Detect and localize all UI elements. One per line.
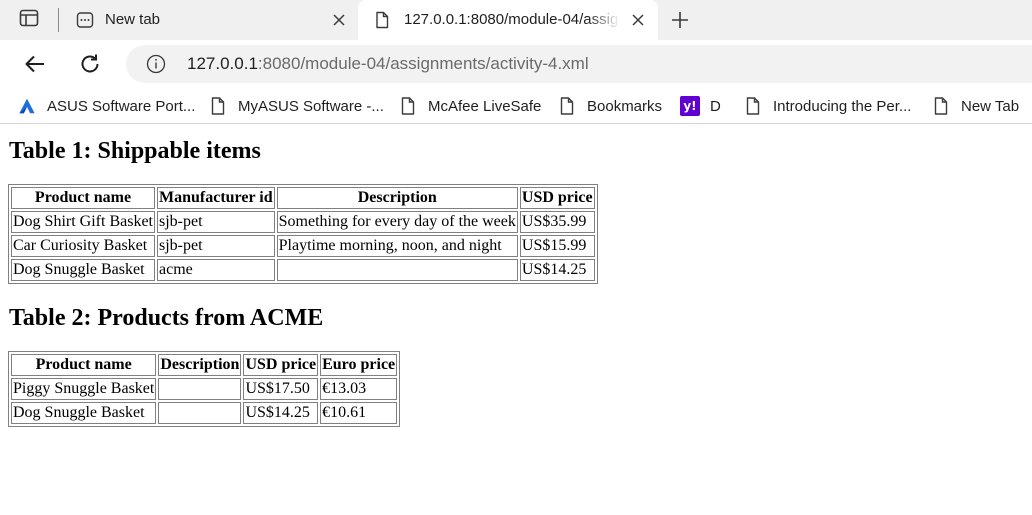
table-cell: Something for every day of the week [276,211,518,233]
table1-heading: Table 1: Shippable items [9,138,261,164]
table-cell: Dog Snuggle Basket [11,259,155,281]
table-cell: Dog Snuggle Basket [11,402,157,424]
table-row: Dog Shirt Gift Basket sjb-pet Something … [11,211,595,233]
bookmark-label: McAfee LiveSafe [428,97,542,115]
table-cell: €13.03 [320,378,398,400]
bookmark-introducing[interactable]: Introducing the Per... [744,96,911,116]
column-header: Manufacturer id [157,187,275,209]
bookmark-label: ASUS Software Port... [47,97,196,115]
reload-icon [81,54,99,73]
table-row: Piggy Snuggle Basket US$17.50 €13.03 [11,378,398,400]
reload-button[interactable] [78,52,102,76]
column-header: Product name [11,354,157,376]
bookmark-label: Bookmarks [587,97,663,115]
table-cell: US$14.25 [243,402,319,424]
table-row: Dog Snuggle Basket US$14.25 €10.61 [11,402,398,424]
tab-active[interactable]: 127.0.0.1:8080/module-04/assignments/act… [358,0,658,40]
column-header: Euro price [320,354,398,376]
url-text[interactable]: 127.0.0.1:8080/module-04/assignments/act… [187,54,589,74]
table-cell [276,259,518,281]
document-icon [373,11,391,29]
close-icon [333,14,345,26]
bookmark-label: MyASUS Software -... [238,97,384,115]
tab-title: New tab [105,11,161,28]
table-cell: €10.61 [320,402,398,424]
bookmark-new-tab[interactable]: New Tab [932,96,1019,116]
table-cell: acme [157,259,275,281]
bookmark-label: New Tab [961,97,1020,115]
yahoo-icon: y! [680,96,700,116]
acme-products-table: Product name Description USD price Euro … [8,351,401,427]
table-cell: Playtime morning, noon, and night [276,235,518,257]
document-icon [744,97,762,115]
info-icon [146,54,166,74]
table-row: Car Curiosity Basket sjb-pet Playtime mo… [11,235,595,257]
asus-icon [18,97,36,115]
new-tab-page-icon [76,11,94,29]
bookmark-myasus-software[interactable]: MyASUS Software -... [209,96,384,116]
sidebar-icon [19,9,39,32]
column-header: USD price [519,187,595,209]
column-header: USD price [243,354,319,376]
document-icon [209,97,227,115]
table-cell: sjb-pet [157,235,275,257]
table2-heading: Table 2: Products from ACME [9,305,324,331]
bookmark-label: Introducing the Per... [773,97,912,115]
column-header: Product name [11,187,155,209]
shippable-items-table: Product name Manufacturer id Description… [8,184,598,284]
tab-actions-button[interactable] [14,8,44,32]
table-cell: US$17.50 [243,378,319,400]
close-icon [632,14,644,26]
document-icon [399,97,417,115]
table-header-row: Product name Description USD price Euro … [11,354,398,376]
plus-icon [672,12,688,28]
bookmark-yahoo[interactable]: y! D [680,96,721,116]
table-cell: US$15.99 [519,235,595,257]
bookmark-asus-software-portal[interactable]: ASUS Software Port... [18,96,195,116]
table-header-row: Product name Manufacturer id Description… [11,187,595,209]
document-icon [932,97,950,115]
back-arrow-icon [25,55,44,73]
tab-strip-divider [58,8,59,32]
page-content: Table 1: Shippable items Product name Ma… [0,124,1032,515]
bookmark-label: D [710,97,721,115]
bookmarks-bar: ASUS Software Port... MyASUS Software -.… [0,88,1032,124]
url-path: :8080/module-04/assignments/activity-4.x… [257,54,589,73]
table-cell: Dog Shirt Gift Basket [11,211,155,233]
url-host: 127.0.0.1 [187,54,258,73]
new-tab-button[interactable] [668,8,692,32]
address-bar[interactable]: 127.0.0.1:8080/module-04/assignments/act… [126,45,1032,83]
table-cell: sjb-pet [157,211,275,233]
table-cell: US$14.25 [519,259,595,281]
document-icon [558,97,576,115]
bookmark-bookmarks[interactable]: Bookmarks [558,96,662,116]
bookmark-mcafee-livesafe[interactable]: McAfee LiveSafe [399,96,541,116]
tab-new-tab[interactable]: New tab [66,0,356,40]
table-cell [158,378,242,400]
navigation-toolbar: 127.0.0.1:8080/module-04/assignments/act… [0,40,1032,88]
column-header: Description [158,354,242,376]
site-info-button[interactable] [146,54,166,74]
tab-title: 127.0.0.1:8080/module-04/assignments/act… [404,11,620,28]
table-cell: Car Curiosity Basket [11,235,155,257]
table-row: Dog Snuggle Basket acme US$14.25 [11,259,595,281]
tab-strip: New tab 127.0.0.1:8080/module-04/assignm… [0,0,1032,40]
table-cell: US$35.99 [519,211,595,233]
column-header: Description [276,187,518,209]
close-tab-button[interactable] [330,11,348,29]
table-cell [158,402,242,424]
close-tab-button[interactable] [629,11,647,29]
back-button[interactable] [23,52,47,76]
table-cell: Piggy Snuggle Basket [11,378,157,400]
